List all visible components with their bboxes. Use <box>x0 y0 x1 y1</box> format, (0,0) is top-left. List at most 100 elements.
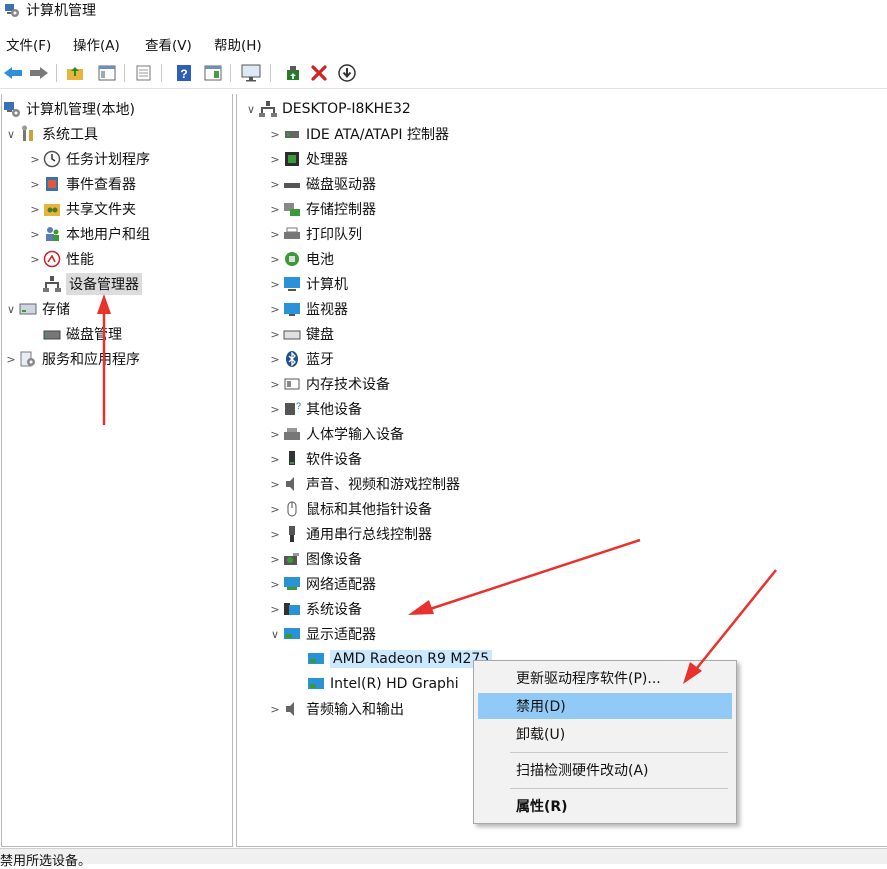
chevron-right-icon[interactable]: > <box>267 376 283 392</box>
device-tree-root[interactable]: ∨ DESKTOP-I8KHE32 <box>243 98 411 120</box>
chevron-down-icon[interactable]: ∨ <box>3 301 19 317</box>
device-item-amd[interactable]: AMD Radeon R9 M275 <box>291 648 493 670</box>
chevron-right-icon[interactable]: > <box>267 401 283 417</box>
device-category[interactable]: > 打印队列 <box>267 223 362 245</box>
device-category[interactable]: > 人体学输入设备 <box>267 423 404 445</box>
hid-icon <box>283 425 301 443</box>
help-icon[interactable]: ? <box>173 62 195 84</box>
device-category[interactable]: > 键盘 <box>267 323 334 345</box>
chevron-right-icon[interactable]: > <box>267 476 283 492</box>
tree-item-disk-management[interactable]: 磁盘管理 <box>27 323 122 345</box>
menu-view[interactable]: 查看(V) <box>145 34 192 54</box>
menu-item-scan-hardware[interactable]: 扫描检测硬件改动(A) <box>478 757 732 783</box>
tree-label: 存储 <box>42 302 70 318</box>
tree-item-local-users[interactable]: > 本地用户和组 <box>27 223 150 245</box>
chevron-right-icon[interactable]: > <box>267 701 283 717</box>
tree-label: 事件查看器 <box>66 177 136 193</box>
processor-icon <box>283 150 301 168</box>
menu-action[interactable]: 操作(A) <box>73 34 120 54</box>
chevron-right-icon[interactable]: > <box>267 201 283 217</box>
chevron-right-icon[interactable]: > <box>267 351 283 367</box>
chevron-right-icon[interactable]: > <box>267 226 283 242</box>
chevron-right-icon[interactable]: > <box>267 526 283 542</box>
chevron-right-icon[interactable]: > <box>267 501 283 517</box>
menu-item-update-driver[interactable]: 更新驱动程序软件(P)... <box>478 665 732 691</box>
chevron-right-icon[interactable]: > <box>267 601 283 617</box>
chevron-right-icon[interactable]: > <box>27 201 43 217</box>
tree-item-services[interactable]: > 服务和应用程序 <box>3 348 140 370</box>
disable-icon[interactable] <box>336 62 358 84</box>
device-category[interactable]: > 存储控制器 <box>267 198 376 220</box>
mouse-icon <box>283 500 301 518</box>
uninstall-icon[interactable] <box>308 62 330 84</box>
tree-item-task-scheduler[interactable]: > 任务计划程序 <box>27 148 150 170</box>
device-category[interactable]: > 图像设备 <box>267 548 362 570</box>
up-folder-icon[interactable] <box>64 62 86 84</box>
tree-item-device-manager[interactable]: 设备管理器 <box>27 273 142 295</box>
device-category[interactable]: > 计算机 <box>267 273 348 295</box>
chevron-down-icon[interactable]: ∨ <box>3 126 19 142</box>
chevron-right-icon[interactable]: > <box>267 276 283 292</box>
show-hide-tree-icon[interactable] <box>96 62 118 84</box>
chevron-right-icon[interactable]: > <box>267 426 283 442</box>
chevron-right-icon[interactable]: > <box>3 351 19 367</box>
chevron-right-icon[interactable]: > <box>267 301 283 317</box>
chevron-right-icon[interactable]: > <box>267 551 283 567</box>
forward-arrow-icon[interactable] <box>28 62 50 84</box>
update-driver-icon[interactable] <box>282 62 304 84</box>
tree-item-performance[interactable]: > 性能 <box>27 248 94 270</box>
menu-item-uninstall[interactable]: 卸载(U) <box>478 721 732 747</box>
network-adapter-icon <box>283 575 301 593</box>
device-category-display-adapters[interactable]: ∨ 显示适配器 <box>267 623 376 645</box>
device-category[interactable]: > 音频输入和输出 <box>267 698 404 720</box>
computer-name: DESKTOP-I8KHE32 <box>282 101 411 117</box>
users-icon <box>43 225 61 243</box>
device-category[interactable]: > 处理器 <box>267 148 348 170</box>
device-category[interactable]: > 电池 <box>267 248 334 270</box>
chevron-right-icon[interactable]: > <box>267 451 283 467</box>
menu-help[interactable]: 帮助(H) <box>214 34 262 54</box>
tree-item-system-tools[interactable]: ∨ 系统工具 <box>3 123 98 145</box>
chevron-down-icon[interactable]: ∨ <box>243 101 259 117</box>
chevron-right-icon[interactable]: > <box>267 151 283 167</box>
tree-item-storage[interactable]: ∨ 存储 <box>3 298 70 320</box>
chevron-down-icon[interactable]: ∨ <box>267 626 283 642</box>
properties-icon[interactable] <box>133 62 155 84</box>
device-category[interactable]: > 系统设备 <box>267 598 362 620</box>
device-category[interactable]: > 内存技术设备 <box>267 373 390 395</box>
chevron-right-icon[interactable]: > <box>27 226 43 242</box>
menu-item-disable[interactable]: 禁用(D) <box>478 693 732 719</box>
chevron-right-icon[interactable]: > <box>27 251 43 267</box>
device-label: AMD Radeon R9 M275 <box>330 650 493 668</box>
menu-file[interactable]: 文件(F) <box>6 34 51 54</box>
computer-icon <box>283 275 301 293</box>
device-category[interactable]: > 声音、视频和游戏控制器 <box>267 473 460 495</box>
chevron-right-icon[interactable]: > <box>267 251 283 267</box>
device-category[interactable]: > 软件设备 <box>267 448 362 470</box>
action-pane-icon[interactable] <box>202 62 224 84</box>
device-manager-icon <box>43 275 61 293</box>
chevron-right-icon[interactable]: > <box>267 326 283 342</box>
back-arrow-icon[interactable] <box>2 62 24 84</box>
chevron-right-icon[interactable]: > <box>267 576 283 592</box>
tree-item-event-viewer[interactable]: > 事件查看器 <box>27 173 136 195</box>
device-category[interactable]: > 磁盘驱动器 <box>267 173 376 195</box>
chevron-right-icon[interactable]: > <box>27 151 43 167</box>
device-category[interactable]: > 鼠标和其他指针设备 <box>267 498 432 520</box>
device-item-intel[interactable]: Intel(R) HD Graphi <box>291 673 459 695</box>
monitor-icon[interactable] <box>240 62 262 84</box>
device-category[interactable]: > 蓝牙 <box>267 348 334 370</box>
tree-item-shared-folders[interactable]: > 共享文件夹 <box>27 198 136 220</box>
device-category-label: 磁盘驱动器 <box>306 177 376 193</box>
device-category[interactable]: > 监视器 <box>267 298 348 320</box>
device-category[interactable]: > IDE ATA/ATAPI 控制器 <box>267 123 449 145</box>
device-category[interactable]: > 通用串行总线控制器 <box>267 523 432 545</box>
chevron-right-icon[interactable]: > <box>27 176 43 192</box>
device-category[interactable]: > 网络适配器 <box>267 573 376 595</box>
chevron-right-icon[interactable]: > <box>267 176 283 192</box>
tree-item-computer-management[interactable]: 计算机管理(本地) <box>3 98 135 120</box>
chevron-right-icon[interactable]: > <box>267 126 283 142</box>
device-category[interactable]: > ? 其他设备 <box>267 398 362 420</box>
device-category-label: 处理器 <box>306 152 348 168</box>
menu-item-properties[interactable]: 属性(R) <box>478 793 732 819</box>
